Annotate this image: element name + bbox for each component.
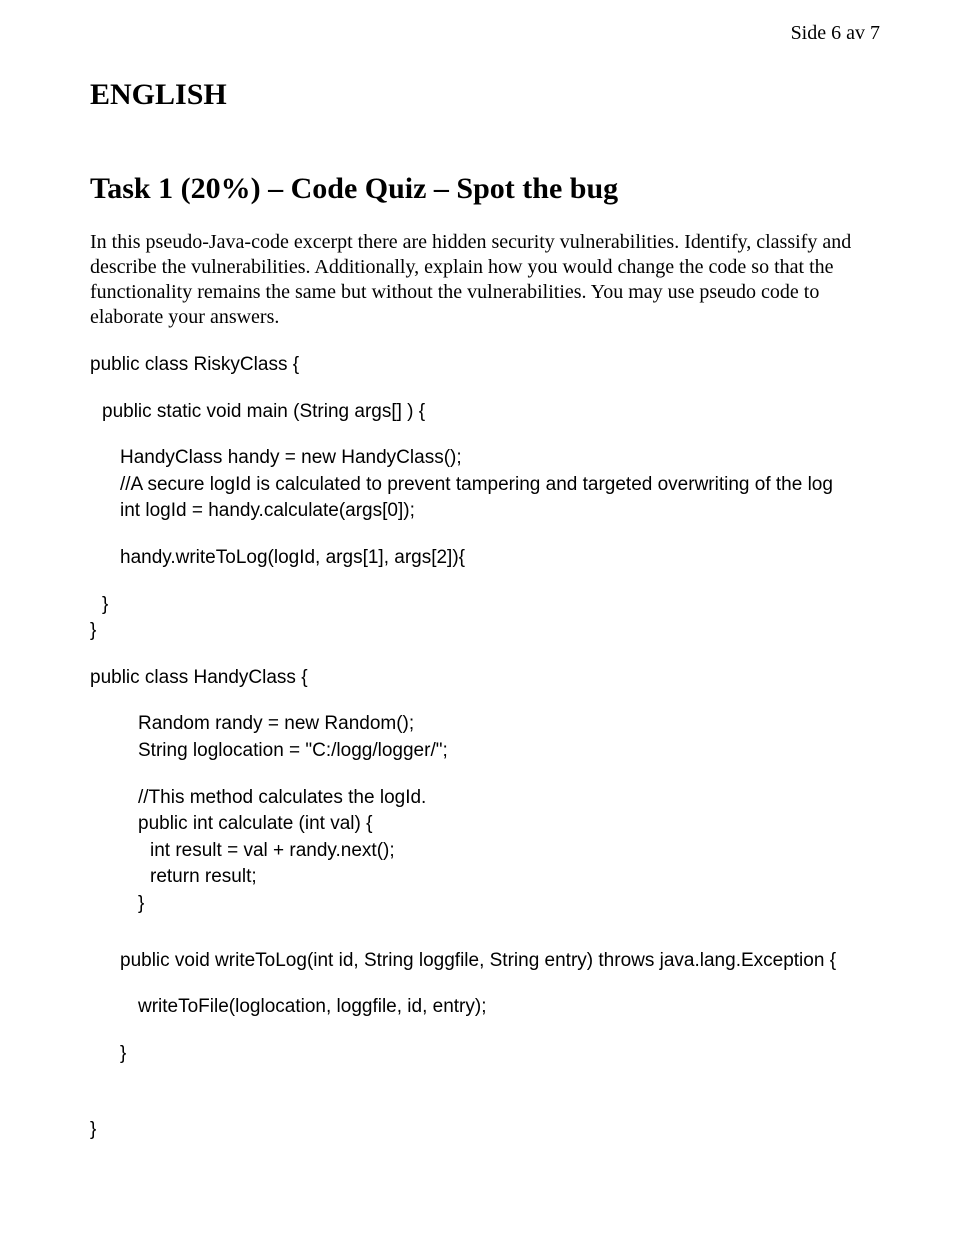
code-line: } (102, 592, 880, 619)
code-line: } (90, 618, 880, 645)
code-line: public class HandyClass { (90, 665, 880, 692)
task-paragraph: In this pseudo-Java-code excerpt there a… (90, 230, 880, 330)
code-line: public class RiskyClass { (90, 352, 880, 379)
code-line: String loglocation = "C:/logg/logger/"; (138, 738, 880, 765)
code-line: } (120, 1041, 880, 1068)
code-line: int logId = handy.calculate(args[0]); (120, 498, 880, 525)
code-line: public int calculate (int val) { (138, 811, 880, 838)
code-line: public void writeToLog(int id, String lo… (120, 948, 880, 975)
code-line: } (138, 891, 880, 918)
code-block: public class RiskyClass { public static … (90, 352, 880, 1144)
page: Side 6 av 7 ENGLISH Task 1 (20%) – Code … (0, 0, 960, 1244)
task-title: Task 1 (20%) – Code Quiz – Spot the bug (90, 172, 880, 206)
heading-english: ENGLISH (90, 78, 880, 112)
code-line: writeToFile(loglocation, loggfile, id, e… (138, 994, 880, 1021)
page-number: Side 6 av 7 (791, 22, 880, 45)
code-line: Random randy = new Random(); (138, 711, 880, 738)
code-line: public static void main (String args[] )… (102, 399, 880, 426)
code-line: int result = val + randy.next(); (150, 838, 880, 865)
code-line: } (90, 1117, 880, 1144)
code-line: return result; (150, 864, 880, 891)
code-line: HandyClass handy = new HandyClass(); (120, 445, 880, 472)
code-line: //This method calculates the logId. (138, 785, 880, 812)
code-line: //A secure logId is calculated to preven… (120, 472, 880, 499)
code-line: handy.writeToLog(logId, args[1], args[2]… (120, 545, 880, 572)
